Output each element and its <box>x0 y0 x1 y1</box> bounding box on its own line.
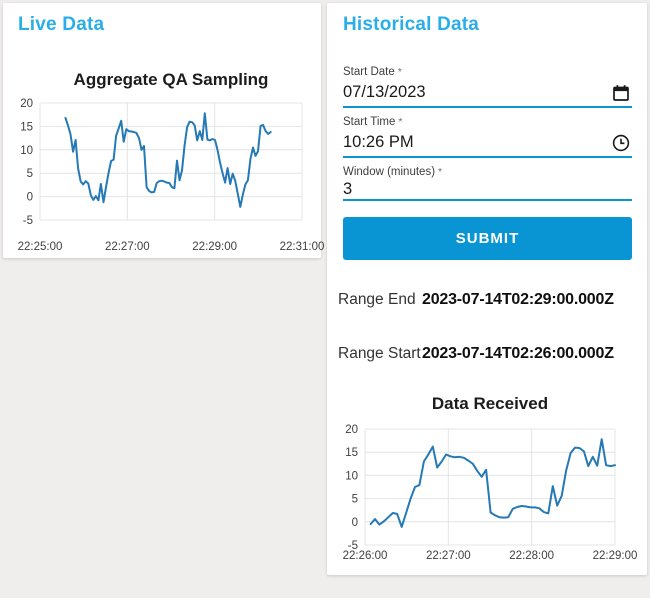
range-end-label: Range End <box>338 291 416 308</box>
svg-text:5: 5 <box>352 494 358 506</box>
y-axis-tick-labels: 20 15 10 5 0 -5 <box>20 98 33 227</box>
start-time-input[interactable] <box>343 133 610 152</box>
svg-text:22:27:00: 22:27:00 <box>105 241 150 253</box>
aggregate-qa-sampling-chart: Aggregate QA Sampling22:25:00 22:27:00 22:… <box>18 70 325 253</box>
line-series <box>64 112 272 208</box>
svg-text:22:25:00: 22:25:00 <box>18 241 63 253</box>
window-minutes-label-text: Window (minutes) <box>343 166 436 178</box>
required-marker: * <box>438 166 443 178</box>
svg-text:15: 15 <box>20 121 33 133</box>
historical-query-form: Start Date* Start Time* <box>338 65 632 363</box>
chart-title: Data Received <box>432 394 548 413</box>
svg-text:0: 0 <box>27 192 33 204</box>
x-axis-tick-labels: 22:26:00 22:27:00 22:28:00 22:29:00 <box>343 550 638 562</box>
window-minutes-label: Window (minutes) * <box>343 165 632 179</box>
live-data-heading: Live Data <box>18 14 105 35</box>
start-date-input[interactable] <box>343 83 610 102</box>
svg-text:-5: -5 <box>23 215 33 227</box>
svg-text:22:27:00: 22:27:00 <box>426 550 471 562</box>
live-data-panel: Live Data Aggregate QA Sampling 22:25:00 2… <box>3 3 325 258</box>
start-time-field: Start Time * <box>343 115 632 158</box>
chart-gridlines <box>39 102 303 221</box>
x-axis-tick-labels: 22:25:00 22:27:00 22:29:00 22:31:00 <box>18 241 325 253</box>
window-minutes-input[interactable] <box>343 179 632 199</box>
y-axis-tick-labels: 20 15 10 5 0 -5 <box>345 424 358 552</box>
range-end-value: 2023-07-14T02:29:00.000Z <box>422 291 614 308</box>
chart-gridlines <box>364 428 616 546</box>
svg-text:20: 20 <box>345 424 358 436</box>
start-date-field: Start Date * <box>343 65 632 108</box>
svg-text:20: 20 <box>20 98 33 110</box>
svg-text:22:29:00: 22:29:00 <box>192 241 237 253</box>
svg-text:5: 5 <box>27 168 33 180</box>
svg-text:22:29:00: 22:29:00 <box>593 550 638 562</box>
range-start-label: Range Start <box>338 345 421 362</box>
svg-text:15: 15 <box>345 447 358 459</box>
start-time-label-text: Start Time <box>343 116 396 128</box>
required-marker: * <box>397 66 402 78</box>
svg-text:0: 0 <box>352 517 358 529</box>
data-received-chart: Data Received22:26:00 22:27:00 22:28:00 22:… <box>343 394 638 562</box>
historical-data-heading: Historical Data <box>343 14 480 35</box>
svg-text:22:31:00: 22:31:00 <box>280 241 325 253</box>
historical-data-panel: Historical Data Start Date* Start Time* <box>327 3 647 575</box>
svg-text:-5: -5 <box>348 540 358 552</box>
clock-icon <box>612 134 630 151</box>
svg-text:10: 10 <box>345 470 358 482</box>
date-picker-button[interactable] <box>610 82 632 104</box>
calendar-icon <box>613 84 629 101</box>
svg-text:10: 10 <box>20 145 33 157</box>
start-date-label-text: Start Date <box>343 66 395 78</box>
time-picker-button[interactable] <box>610 132 632 154</box>
required-marker: * <box>398 116 403 128</box>
range-start-value: 2023-07-14T02:26:00.000Z <box>422 345 614 362</box>
start-date-label: Start Date * <box>343 65 632 79</box>
window-minutes-field: Window (minutes) * <box>343 165 632 201</box>
range-end-row: Range End 2023-07-14T02:29:00.000Z <box>338 291 632 309</box>
range-start-row: Range Start 2023-07-14T02:26:00.000Z <box>338 345 632 363</box>
submit-button[interactable]: SUBMIT <box>343 217 632 260</box>
start-time-label: Start Time * <box>343 115 632 129</box>
svg-text:22:28:00: 22:28:00 <box>509 550 554 562</box>
chart-title: Aggregate QA Sampling <box>74 70 269 89</box>
